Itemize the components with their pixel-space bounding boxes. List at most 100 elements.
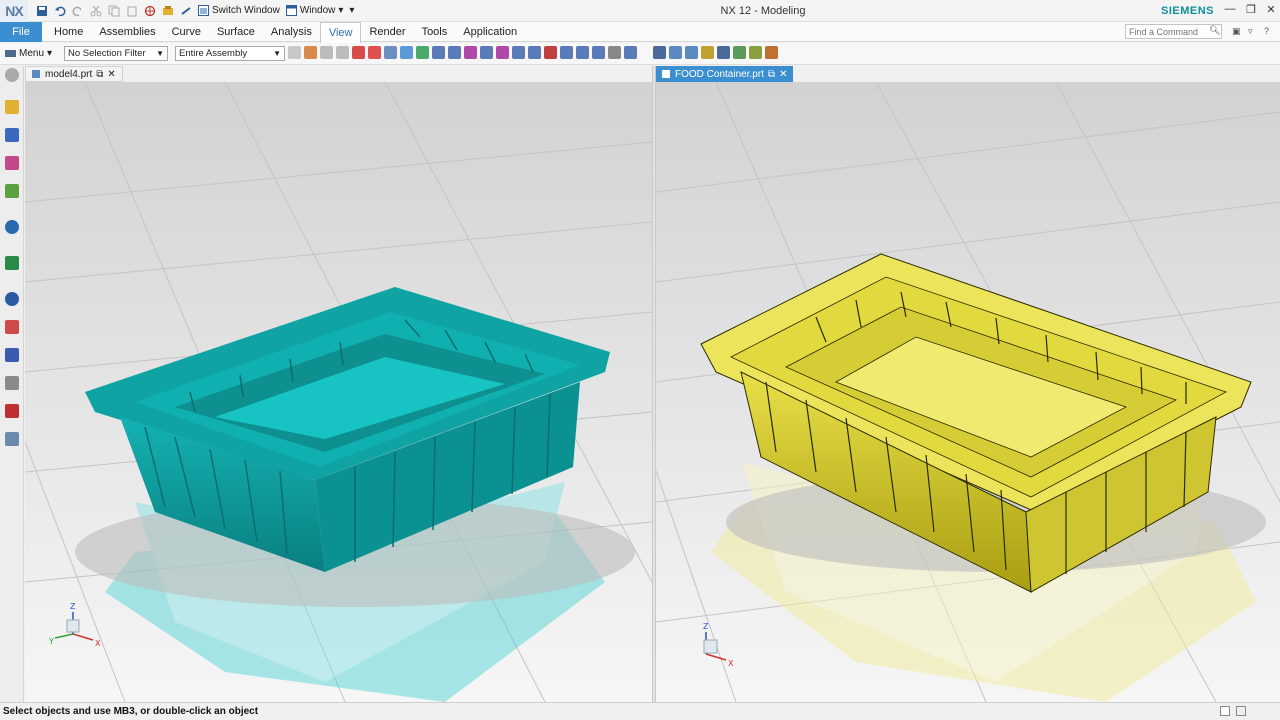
viewport-food-container[interactable]: FOOD Container.prt ⧉ ✕ X Z — [656, 66, 1280, 702]
title-bar: NX Switch Window Window ▾ ▾ NX 12 - Mode… — [0, 0, 1280, 22]
graphics-window[interactable]: X Z — [656, 82, 1280, 702]
snap-center-icon[interactable] — [528, 46, 541, 59]
link-icon[interactable] — [180, 5, 192, 17]
switch-window-icon — [198, 5, 209, 16]
background-icon[interactable] — [749, 46, 762, 59]
web-browser-icon[interactable] — [5, 220, 19, 234]
undo-icon[interactable] — [54, 5, 66, 17]
status-window-icon[interactable] — [1220, 706, 1230, 716]
select-body-icon[interactable] — [320, 46, 333, 59]
ribbon-window-icon[interactable]: ▣ — [1232, 26, 1241, 37]
process-studio-icon[interactable] — [5, 348, 19, 362]
clock-icon[interactable] — [5, 292, 19, 306]
svg-text:Z: Z — [703, 622, 709, 631]
document-tab-food-container[interactable]: FOOD Container.prt ⧉ ✕ — [656, 66, 794, 82]
history-icon[interactable] — [5, 256, 19, 270]
tab-home[interactable]: Home — [46, 22, 91, 42]
snap-arc-icon[interactable] — [512, 46, 525, 59]
chevron-down-icon: ▾ — [338, 5, 344, 16]
document-tab-model4[interactable]: model4.prt ⧉ ✕ — [25, 66, 123, 82]
snap-on-face-icon[interactable] — [592, 46, 605, 59]
close-icon[interactable]: ✕ — [779, 69, 787, 80]
paste-icon[interactable] — [126, 5, 138, 17]
zoom-icon[interactable] — [669, 46, 682, 59]
switch-window-label: Switch Window — [212, 5, 280, 16]
restore-button[interactable]: ❐ — [1243, 3, 1259, 16]
tab-curve[interactable]: Curve — [164, 22, 209, 42]
roles-icon[interactable] — [5, 404, 19, 418]
select-sheet-icon[interactable] — [400, 46, 413, 59]
select-face-icon[interactable] — [336, 46, 349, 59]
selection-filter-select[interactable]: No Selection Filter ▼ — [64, 46, 168, 61]
select-edge-icon[interactable] — [352, 46, 365, 59]
viewport-model4[interactable]: model4.prt ⧉ ✕ X Y Z — [25, 66, 652, 702]
cut-icon[interactable] — [90, 5, 102, 17]
rectangle-select-icon[interactable] — [368, 46, 381, 59]
selection-filter-value: No Selection Filter — [68, 48, 146, 59]
fit-view-icon[interactable] — [653, 46, 666, 59]
constraint-navigator-icon[interactable] — [5, 156, 19, 170]
copy-icon[interactable] — [108, 5, 120, 17]
snap-curve-icon[interactable] — [496, 46, 509, 59]
window-menu-button[interactable]: Window ▾ — [285, 5, 344, 16]
select-feature-icon[interactable] — [304, 46, 317, 59]
menu-button[interactable]: Menu ▾ — [5, 48, 52, 59]
snap-existing-icon[interactable] — [560, 46, 573, 59]
orient-view-icon[interactable] — [717, 46, 730, 59]
touch-mode-icon[interactable] — [162, 5, 174, 17]
reuse-library-icon[interactable] — [5, 184, 19, 198]
tab-file[interactable]: File — [0, 21, 42, 42]
pan-icon[interactable] — [701, 46, 714, 59]
snap-mid-icon[interactable] — [448, 46, 461, 59]
show-hide-icon[interactable] — [765, 46, 778, 59]
minimize-button[interactable]: — — [1222, 3, 1238, 15]
undock-icon[interactable]: ⧉ — [96, 69, 103, 80]
snap-on-curve-icon[interactable] — [576, 46, 589, 59]
close-button[interactable]: ✕ — [1263, 3, 1279, 16]
undock-icon[interactable]: ⧉ — [768, 69, 775, 80]
redo-icon[interactable] — [72, 5, 84, 17]
close-icon[interactable]: ✕ — [107, 69, 115, 80]
tab-tools[interactable]: Tools — [414, 22, 456, 42]
customize-quick-access-button[interactable]: ▾ — [349, 5, 354, 16]
select-solid-icon[interactable] — [384, 46, 397, 59]
search-icon[interactable]: 🔍︎ — [1209, 25, 1220, 36]
assembly-scope-select[interactable]: Entire Assembly ▼ — [175, 46, 285, 61]
repeat-command-icon[interactable] — [144, 5, 156, 17]
snap-intersection-icon[interactable] — [480, 46, 493, 59]
tab-surface[interactable]: Surface — [209, 22, 263, 42]
quick-access-toolbar: Switch Window Window ▾ ▾ — [28, 0, 354, 22]
graphics-window[interactable]: X Y Z — [25, 82, 652, 702]
snap-bounded-icon[interactable] — [608, 46, 621, 59]
snap-pole-icon[interactable] — [624, 46, 637, 59]
svg-text:Y: Y — [48, 637, 54, 646]
filter-icon[interactable] — [288, 46, 301, 59]
assembly-scope-value: Entire Assembly — [179, 48, 248, 59]
assembly-navigator-icon[interactable] — [5, 128, 19, 142]
command-search-input[interactable] — [1125, 24, 1222, 39]
rendering-style-icon[interactable] — [733, 46, 746, 59]
tab-view[interactable]: View — [319, 21, 362, 43]
window-label: Window — [299, 5, 336, 16]
snap-end-icon[interactable] — [432, 46, 445, 59]
switch-window-button[interactable]: Switch Window — [198, 5, 280, 16]
manufacturing-wizards-icon[interactable] — [5, 376, 19, 390]
tab-assemblies[interactable]: Assemblies — [91, 22, 163, 42]
tab-analysis[interactable]: Analysis — [263, 22, 320, 42]
siemens-brand: SIEMENS — [1161, 5, 1215, 17]
snap-quadrant-icon[interactable] — [544, 46, 557, 59]
system-scenes-icon[interactable] — [5, 432, 19, 446]
palettes-icon[interactable] — [5, 320, 19, 334]
snap-control-icon[interactable] — [464, 46, 477, 59]
rotate-icon[interactable] — [685, 46, 698, 59]
tab-application[interactable]: Application — [455, 22, 525, 42]
snap-point-icon[interactable] — [416, 46, 429, 59]
tab-render[interactable]: Render — [361, 22, 413, 42]
nx-logo[interactable]: NX — [0, 0, 28, 22]
part-navigator-icon[interactable] — [5, 100, 19, 114]
save-icon[interactable] — [36, 5, 48, 17]
ribbon-collapse-icon[interactable]: ▿ — [1248, 26, 1253, 37]
help-icon[interactable]: ? — [1264, 26, 1269, 36]
status-fullscreen-icon[interactable] — [1236, 706, 1246, 716]
gear-icon[interactable] — [5, 68, 19, 82]
